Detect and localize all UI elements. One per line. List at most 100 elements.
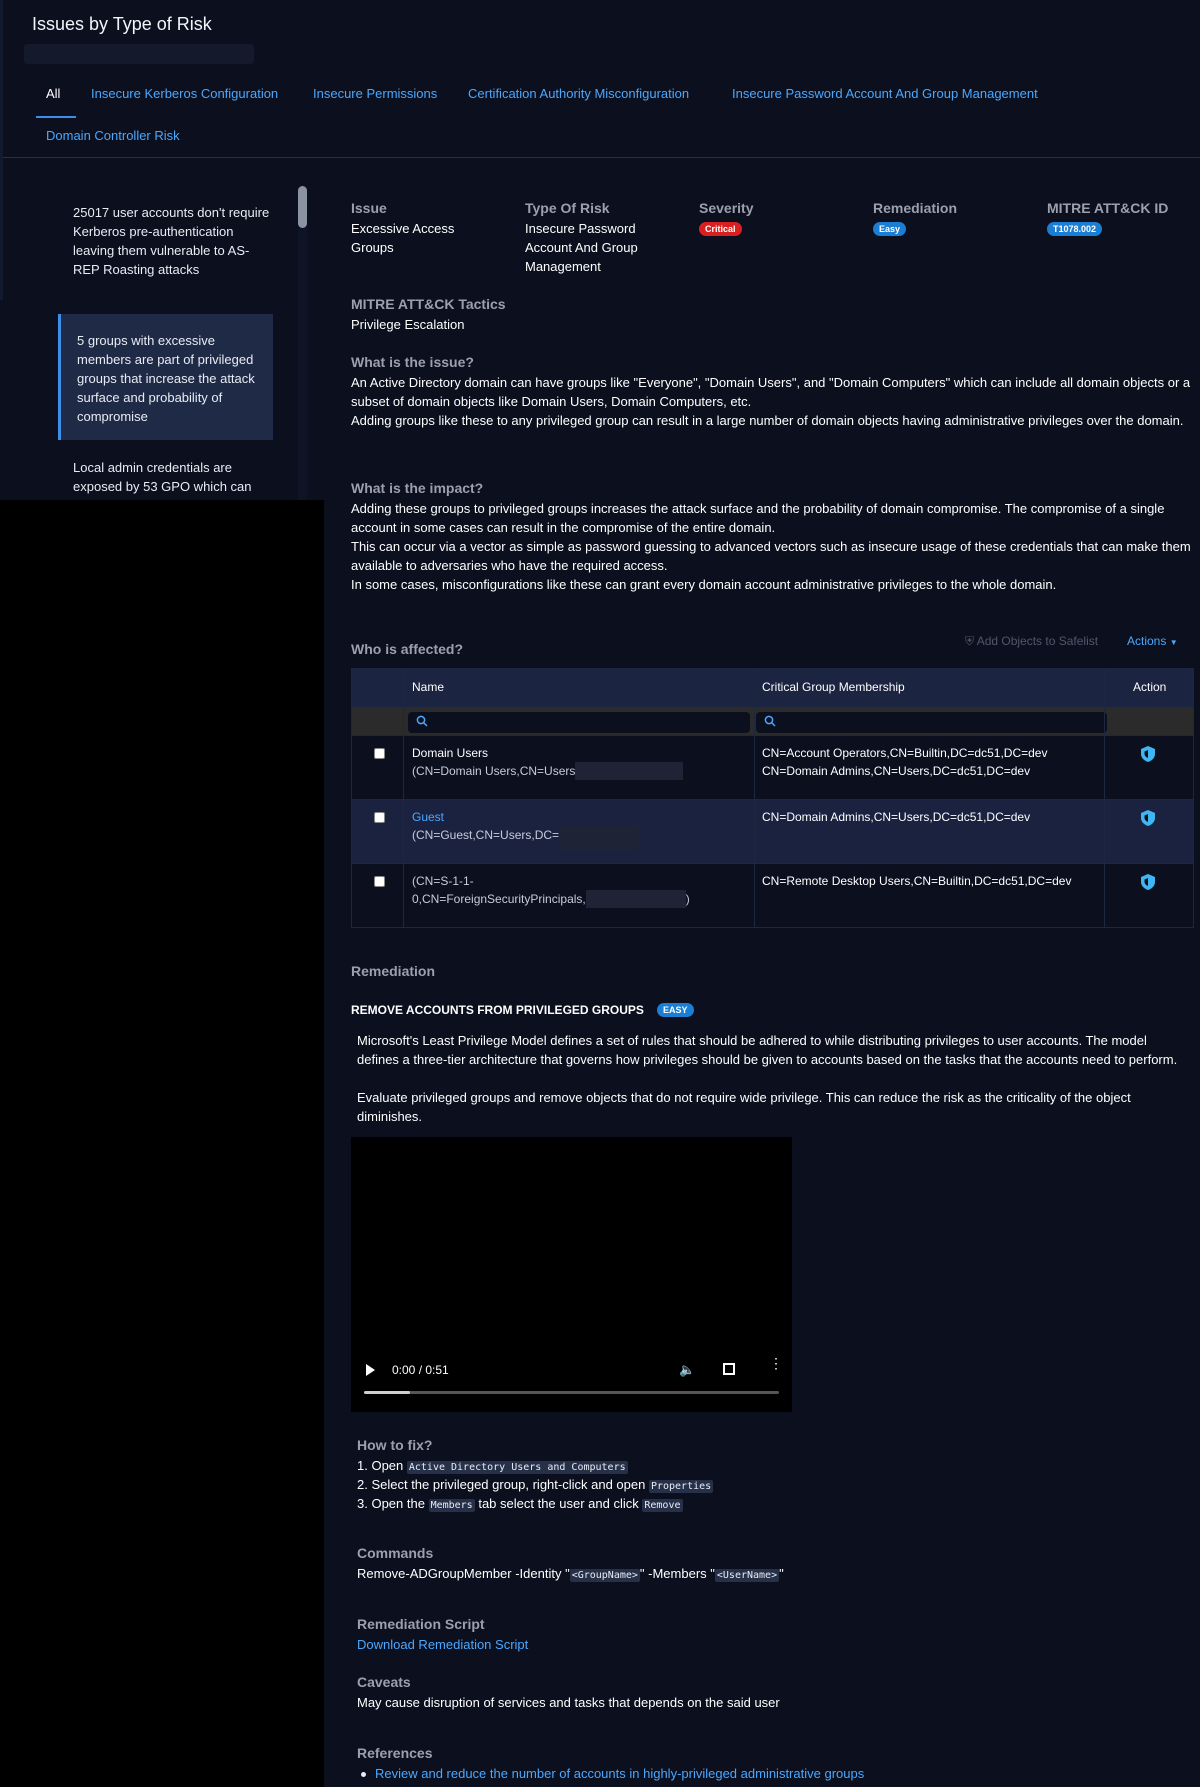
row-groups-cell: CN=Domain Admins,CN=Users,DC=dc51,DC=dev	[762, 808, 1030, 826]
issue-item-active[interactable]: 5 groups with excessive members are part…	[58, 314, 273, 440]
code-snippet: Properties	[648, 1480, 714, 1493]
remediation-label: Remediation	[873, 200, 958, 216]
row-name-link[interactable]: Guest	[412, 808, 639, 826]
tab-insecure-kerberos[interactable]: Insecure Kerberos Configuration	[91, 86, 278, 101]
search-icon	[416, 715, 428, 727]
row-name-cell: Guest (CN=Guest,CN=Users,DC=	[412, 808, 640, 850]
tab-password-management[interactable]: Insecure Password Account And Group Mana…	[732, 86, 1038, 101]
row-dn-close: )	[685, 892, 690, 906]
row-group: CN=Domain Admins,CN=Users,DC=dc51,DC=dev	[762, 764, 1031, 778]
mitre-id-label: MITRE ATT&CK ID	[1047, 200, 1169, 216]
safelist-shield-icon[interactable]	[1141, 810, 1155, 826]
tab-ca-misconfiguration[interactable]: Certification Authority Misconfiguration	[468, 86, 689, 101]
active-tab-indicator	[36, 116, 76, 118]
chevron-down-icon: ▼	[1169, 638, 1178, 647]
type-of-risk-label: Type Of Risk	[525, 200, 610, 216]
tab-insecure-permissions[interactable]: Insecure Permissions	[313, 86, 437, 101]
volume-icon[interactable]: 🔈	[679, 1362, 695, 1377]
row-dn: (CN=Domain Users,CN=Users	[412, 764, 576, 778]
caveats-text: May cause disruption of services and tas…	[357, 1695, 780, 1710]
row-checkbox[interactable]	[374, 876, 385, 887]
search-icon	[764, 715, 776, 727]
issue-item[interactable]: 25017 user accounts don't require Kerber…	[73, 203, 273, 279]
video-time: 0:00 / 0:51	[392, 1363, 449, 1377]
tab-all[interactable]: All	[46, 86, 60, 101]
remediation-script-title: Remediation Script	[357, 1616, 485, 1632]
caveats-title: Caveats	[357, 1674, 411, 1690]
code-snippet: <UserName>	[714, 1569, 780, 1582]
severity-badge: Critical	[699, 222, 742, 236]
redacted-text	[585, 890, 686, 908]
issue-list-scrollbar[interactable]	[298, 186, 307, 228]
more-icon[interactable]: ⋮	[769, 1356, 783, 1370]
column-action: Action	[1133, 680, 1167, 694]
issue-list-scroll-track[interactable]	[298, 186, 307, 501]
type-of-risk-value: Insecure Password Account And Group Mana…	[525, 221, 638, 274]
row-checkbox[interactable]	[374, 748, 385, 759]
tab-domain-controller[interactable]: Domain Controller Risk	[46, 128, 180, 143]
mitre-id-badge[interactable]: T1078.002	[1047, 222, 1103, 236]
fix-step-1: 1. Open Active Directory Users and Compu…	[357, 1458, 628, 1474]
issue-item[interactable]: Local admin credentials are exposed by 5…	[73, 458, 273, 496]
column-divider	[1104, 669, 1105, 927]
table-header: Name Critical Group Membership Action	[352, 669, 1193, 707]
remediation-heading: REMOVE ACCOUNTS FROM PRIVILEGED GROUPS	[351, 1003, 644, 1017]
fullscreen-icon[interactable]	[723, 1363, 735, 1375]
row-groups-cell: CN=Account Operators,CN=Builtin,DC=dc51,…	[762, 744, 1047, 780]
reference-link[interactable]: Review and reduce the number of accounts…	[375, 1766, 864, 1781]
row-group: CN=Remote Desktop Users,CN=Builtin,DC=dc…	[762, 874, 1072, 888]
name-filter-input[interactable]	[408, 712, 750, 733]
safelist-shield-icon[interactable]	[1141, 746, 1155, 762]
row-name-cell: (CN=S-1-1- 0,CN=ForeignSecurityPrincipal…	[412, 872, 690, 908]
code-snippet: Members	[428, 1499, 475, 1512]
masked-area	[0, 500, 324, 1787]
fix-step-2: 2. Select the privileged group, right-cl…	[357, 1477, 714, 1493]
references-title: References	[357, 1745, 433, 1761]
video-progress-track[interactable]	[364, 1391, 779, 1394]
remediation-badge: Easy	[873, 222, 907, 236]
table-row: Guest (CN=Guest,CN=Users,DC= CN=Domain A…	[352, 799, 1193, 863]
what-is-issue-title: What is the issue?	[351, 354, 474, 370]
severity-label: Severity	[699, 200, 754, 216]
remediation-text-2: Evaluate privileged groups and remove ob…	[357, 1090, 1131, 1124]
play-icon[interactable]	[366, 1364, 375, 1376]
safelist-shield-icon[interactable]	[1141, 874, 1155, 890]
what-is-issue-text-2: Adding groups like these to any privileg…	[351, 413, 1184, 428]
actions-dropdown[interactable]: Actions ▼	[1127, 634, 1178, 648]
code-snippet: Active Directory Users and Computers	[406, 1461, 628, 1474]
who-is-affected-title: Who is affected?	[351, 641, 464, 657]
remediation-video-player[interactable]: 0:00 / 0:51 🔈 ⋮	[351, 1137, 792, 1412]
tactics-label: MITRE ATT&CK Tactics	[351, 296, 506, 312]
row-name-cell: Domain Users (CN=Domain Users,CN=Users	[412, 744, 684, 780]
fix-step-3: 3. Open the Members tab select the user …	[357, 1496, 683, 1512]
add-to-safelist-button[interactable]: ⛨ Add Objects to Safelist	[965, 634, 1098, 649]
row-dn: (CN=S-1-1-	[412, 874, 474, 888]
issue-label: Issue	[351, 200, 387, 216]
remediation-title: Remediation	[351, 963, 436, 979]
row-group: CN=Domain Admins,CN=Users,DC=dc51,DC=dev	[762, 810, 1031, 824]
how-to-fix-title: How to fix?	[357, 1437, 433, 1453]
row-dn: 0,CN=ForeignSecurityPrincipals,	[412, 892, 586, 906]
affected-table: Name Critical Group Membership Action Do…	[351, 668, 1194, 928]
table-row: Domain Users (CN=Domain Users,CN=Users C…	[352, 735, 1193, 799]
row-checkbox[interactable]	[374, 812, 385, 823]
group-filter-input[interactable]	[756, 712, 1107, 733]
redacted-text	[559, 826, 640, 850]
download-remediation-script-link[interactable]: Download Remediation Script	[357, 1637, 528, 1652]
what-is-issue-text-1: An Active Directory domain can have grou…	[351, 375, 1191, 409]
impact-text-1: Adding these groups to privileged groups…	[351, 501, 1165, 535]
commands-title: Commands	[357, 1545, 434, 1561]
redacted-text	[575, 762, 684, 780]
column-critical-group-membership[interactable]: Critical Group Membership	[762, 680, 905, 694]
page-title: Issues by Type of Risk	[32, 14, 212, 34]
remediation-text-1: Microsoft's Least Privilege Model define…	[357, 1033, 1178, 1067]
tactics-value: Privilege Escalation	[351, 317, 465, 332]
left-edge	[0, 0, 3, 300]
row-groups-cell: CN=Remote Desktop Users,CN=Builtin,DC=dc…	[762, 872, 1071, 890]
row-dn: (CN=Guest,CN=Users,DC=	[412, 828, 560, 842]
column-name[interactable]: Name	[412, 680, 444, 694]
table-row: (CN=S-1-1- 0,CN=ForeignSecurityPrincipal…	[352, 863, 1193, 927]
impact-text-2: This can occur via a vector as simple as…	[351, 539, 1191, 573]
code-snippet: Remove	[642, 1499, 683, 1512]
redacted-subtitle	[24, 44, 254, 64]
